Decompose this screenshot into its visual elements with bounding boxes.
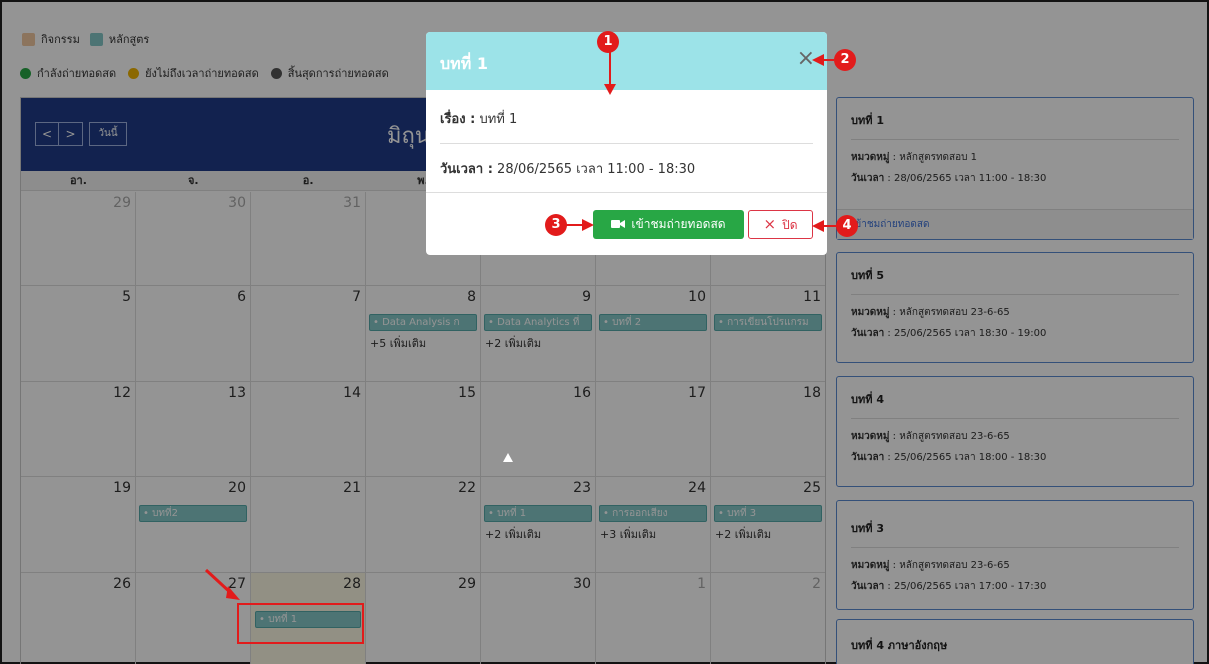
modal-subject: เรื่อง : บทที่ 1 (440, 108, 813, 129)
join-live-button[interactable]: เข้าชมถ่ายทอดสด (593, 210, 744, 239)
modal-title: บทที่ 1 (440, 54, 488, 73)
close-icon[interactable]: × (797, 46, 815, 71)
mouse-cursor-icon (503, 453, 513, 462)
highlight-box (237, 603, 364, 644)
datetime-value: 28/06/2565 เวลา 11:00 - 18:30 (492, 162, 696, 177)
modal-datetime: วันเวลา : 28/06/2565 เวลา 11:00 - 18:30 (440, 158, 813, 179)
annotation-badge: 3 (545, 214, 567, 236)
video-camera-icon (611, 220, 626, 228)
close-label: ปิด (782, 218, 798, 232)
datetime-label: วันเวลา : (440, 162, 493, 177)
modal-header: บทที่ 1 × (426, 32, 827, 90)
subject-value: บทที่ 1 (475, 112, 518, 127)
join-live-label: เข้าชมถ่ายทอดสด (631, 217, 726, 231)
modal-body: เรื่อง : บทที่ 1 วันเวลา : 28/06/2565 เว… (426, 90, 827, 179)
annotation-badge: 1 (597, 31, 619, 53)
subject-label: เรื่อง : (440, 112, 476, 127)
annotation-badge: 4 (836, 215, 858, 237)
annotation-badge: 2 (834, 49, 856, 71)
modal-footer: เข้าชมถ่ายทอดสด × ปิด (426, 192, 827, 255)
x-icon: × (763, 215, 777, 233)
event-modal: บทที่ 1 × เรื่อง : บทที่ 1 วันเวลา : 28/… (426, 32, 827, 255)
close-button[interactable]: × ปิด (748, 210, 813, 239)
